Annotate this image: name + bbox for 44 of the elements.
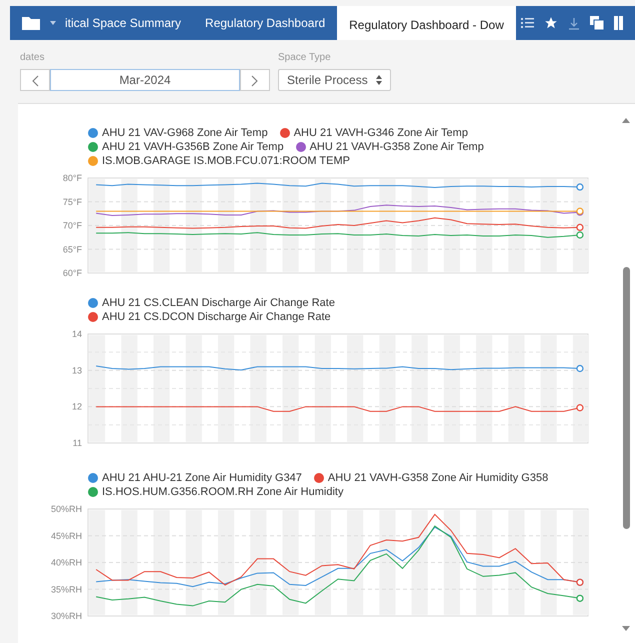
chevron-left-icon [31,75,39,88]
axis-label: 40%RH [50,558,82,568]
axis-label: 50%RH [50,504,82,514]
end-point-marker [576,183,584,191]
field-label: Space Type [278,51,332,65]
axis-label: 13 [72,365,82,376]
scroll-down-icon[interactable] [622,626,630,631]
axis-label: 11 [72,438,82,448]
axis-label: 75°F [62,196,82,207]
legend-label[interactable]: AHU 21 VAV-G968 Zone Air Temp [102,126,268,140]
legend-label[interactable]: AHU 21 VAVH-G358 Zone Air Humidity G358 [328,471,548,485]
chevron-right-icon [251,75,259,88]
select-value: Sterile Process [287,72,368,89]
legend-label[interactable]: AHU 21 CS.DCON Discharge Air Change Rate [102,310,331,324]
scroll-thumb[interactable] [623,267,630,529]
legend-label[interactable]: AHU 21 AHU-21 Zone Air Humidity G347 [102,471,302,485]
legend-label[interactable]: AHU 21 CS.CLEAN Discharge Air Change Rate [102,296,335,310]
axis-label: 45%RH [50,530,82,541]
next-button[interactable] [240,69,270,91]
legend-label[interactable]: AHU 21 VAVH-G346 Zone Air Temp [294,126,468,140]
axis-label: 65°F [62,244,82,254]
up-down-caret-icon [376,75,382,85]
field-label: dates [20,51,46,65]
axis-label: 35%RH [50,584,82,594]
axis-label: 60°F [62,268,82,278]
legend-label[interactable]: AHU 21 VAVH-G356B Zone Air Temp [102,140,284,154]
tab[interactable]: itical Space Summary [61,6,194,40]
tab[interactable]: Regulatory Dashboard [193,6,338,40]
axis-label: 12 [72,402,82,412]
space-type-select[interactable]: Sterile Process [278,69,391,91]
previous-button[interactable] [20,69,50,91]
legend-label[interactable]: IS.MOB.GARAGE IS.MOB.FCU.071:ROOM TEMP [102,154,350,168]
scroll-up-icon[interactable] [622,118,630,123]
end-point-marker [576,364,584,372]
axis-label: 80°F [62,173,82,183]
legend-label[interactable]: AHU 21 VAVH-G358 Zone Air Temp [310,140,484,154]
legend-label[interactable]: IS.HOS.HUM.G356.ROOM.RH Zone Air Humidity [102,485,344,499]
tab[interactable]: Regulatory Dashboard - Dow [337,6,516,40]
axis-label: 14 [72,329,82,339]
end-point-marker [576,594,584,602]
date-field[interactable]: Mar-2024 [50,69,240,91]
axis-label: 30%RH [50,611,82,621]
axis-label: 70°F [62,220,82,230]
end-point-marker [576,404,584,412]
